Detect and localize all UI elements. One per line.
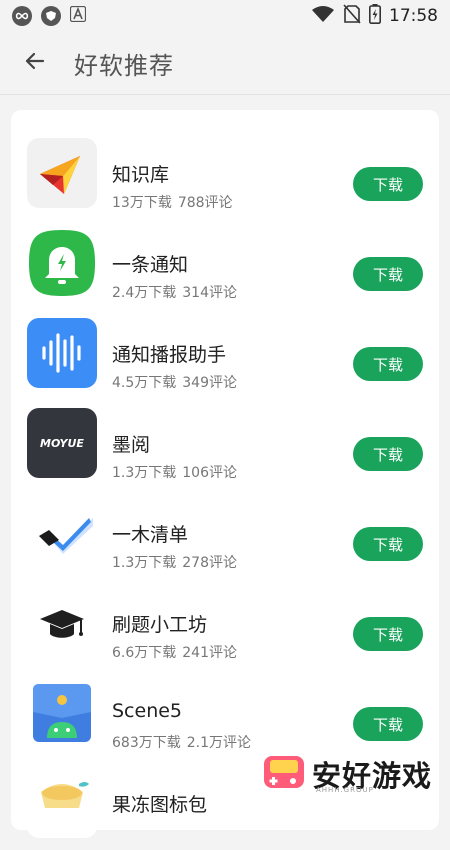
- watermark: 安好游戏 AHHH.GROUP: [262, 748, 450, 800]
- back-button[interactable]: [12, 40, 58, 86]
- review-count: 788评论: [177, 195, 233, 211]
- app-row-notification[interactable]: 一条通知 2.4万下载 314评论 下载: [11, 220, 439, 310]
- app-stats: 1.3万下载 278评论: [112, 552, 237, 572]
- download-count: 683万下载: [112, 735, 181, 751]
- app-stats: 1.3万下载 106评论: [112, 462, 237, 482]
- download-count: 13万下载: [112, 195, 172, 211]
- svg-text:MOYUE: MOYUE: [40, 437, 84, 450]
- download-button[interactable]: 下载: [353, 707, 423, 741]
- app-name: 一条通知: [112, 254, 189, 276]
- download-button[interactable]: 下载: [353, 167, 423, 201]
- sound-wave-icon: [27, 318, 97, 388]
- review-count: 241评论: [182, 645, 237, 661]
- app-bar: 好软推荐: [0, 32, 450, 95]
- app-stats: 4.5万下载 349评论: [112, 372, 237, 392]
- download-button[interactable]: 下载: [353, 257, 423, 291]
- app-name: 果冻图标包: [112, 794, 208, 816]
- app-stats: 683万下载 2.1万评论: [112, 732, 251, 752]
- app-row-moyue[interactable]: MOYUE 墨阅 1.3万下载 106评论 下载: [11, 400, 439, 490]
- download-button[interactable]: 下载: [353, 617, 423, 651]
- back-arrow-icon: [23, 49, 47, 77]
- review-count: 2.1万评论: [186, 735, 251, 751]
- download-count: 1.3万下载: [112, 555, 177, 571]
- checkmark-pen-icon: [27, 498, 97, 568]
- no-sim-icon: [343, 4, 361, 28]
- download-count: 4.5万下载: [112, 375, 177, 391]
- shield-icon: [41, 6, 61, 26]
- status-right-icons: 17:58: [311, 4, 438, 28]
- wifi-icon: [311, 5, 335, 27]
- app-row-broadcast[interactable]: 通知播报助手 4.5万下载 349评论 下载: [11, 310, 439, 400]
- moyue-logo-icon: MOYUE: [27, 408, 97, 478]
- app-name: 刷题小工坊: [112, 614, 208, 636]
- infinity-icon: [12, 6, 32, 26]
- download-count: 6.6万下载: [112, 645, 177, 661]
- download-count: 2.4万下载: [112, 285, 177, 301]
- app-stats: 6.6万下载 241评论: [112, 642, 237, 662]
- status-left-icons: [12, 5, 87, 26]
- status-time: 17:58: [389, 6, 438, 26]
- graduation-cap-icon: [27, 588, 97, 658]
- page-title: 好软推荐: [74, 51, 174, 80]
- app-name: Scene5: [112, 700, 183, 722]
- app-row-quiz-workshop[interactable]: 刷题小工坊 6.6万下载 241评论 下载: [11, 580, 439, 670]
- app-name: 知识库: [112, 164, 170, 186]
- knowledge-base-icon: [27, 138, 97, 208]
- download-button[interactable]: 下载: [353, 437, 423, 471]
- app-name: 一木清单: [112, 524, 189, 546]
- review-count: 349评论: [182, 375, 237, 391]
- letter-a-icon: [69, 5, 87, 26]
- review-count: 314评论: [182, 285, 237, 301]
- bell-notification-icon: [27, 228, 97, 298]
- download-count: 1.3万下载: [112, 465, 177, 481]
- app-row-scene5[interactable]: Scene5 683万下载 2.1万评论 下载: [11, 670, 439, 760]
- app-stats: 13万下载 788评论: [112, 192, 233, 212]
- download-button[interactable]: 下载: [353, 347, 423, 381]
- app-row-knowledge-base[interactable]: 知识库 13万下载 788评论 下载: [11, 130, 439, 220]
- app-list-card: 知识库 13万下载 788评论 下载 一条通知 2.4万下载 314评论 下载: [11, 110, 439, 838]
- review-count: 278评论: [182, 555, 237, 571]
- review-count: 106评论: [182, 465, 237, 481]
- android-folder-icon: [27, 678, 97, 748]
- status-bar: 17:58: [0, 0, 450, 32]
- app-row-yimu-list[interactable]: 一木清单 1.3万下载 278评论 下载: [11, 490, 439, 580]
- watermark-subtext: AHHH.GROUP: [316, 786, 374, 794]
- app-stats: 2.4万下载 314评论: [112, 282, 237, 302]
- download-button[interactable]: 下载: [353, 527, 423, 561]
- app-name: 墨阅: [112, 434, 151, 456]
- app-name: 通知播报助手: [112, 344, 227, 366]
- jelly-pudding-icon: [27, 768, 97, 838]
- game-console-icon: [262, 752, 306, 796]
- battery-charging-icon: [369, 4, 381, 28]
